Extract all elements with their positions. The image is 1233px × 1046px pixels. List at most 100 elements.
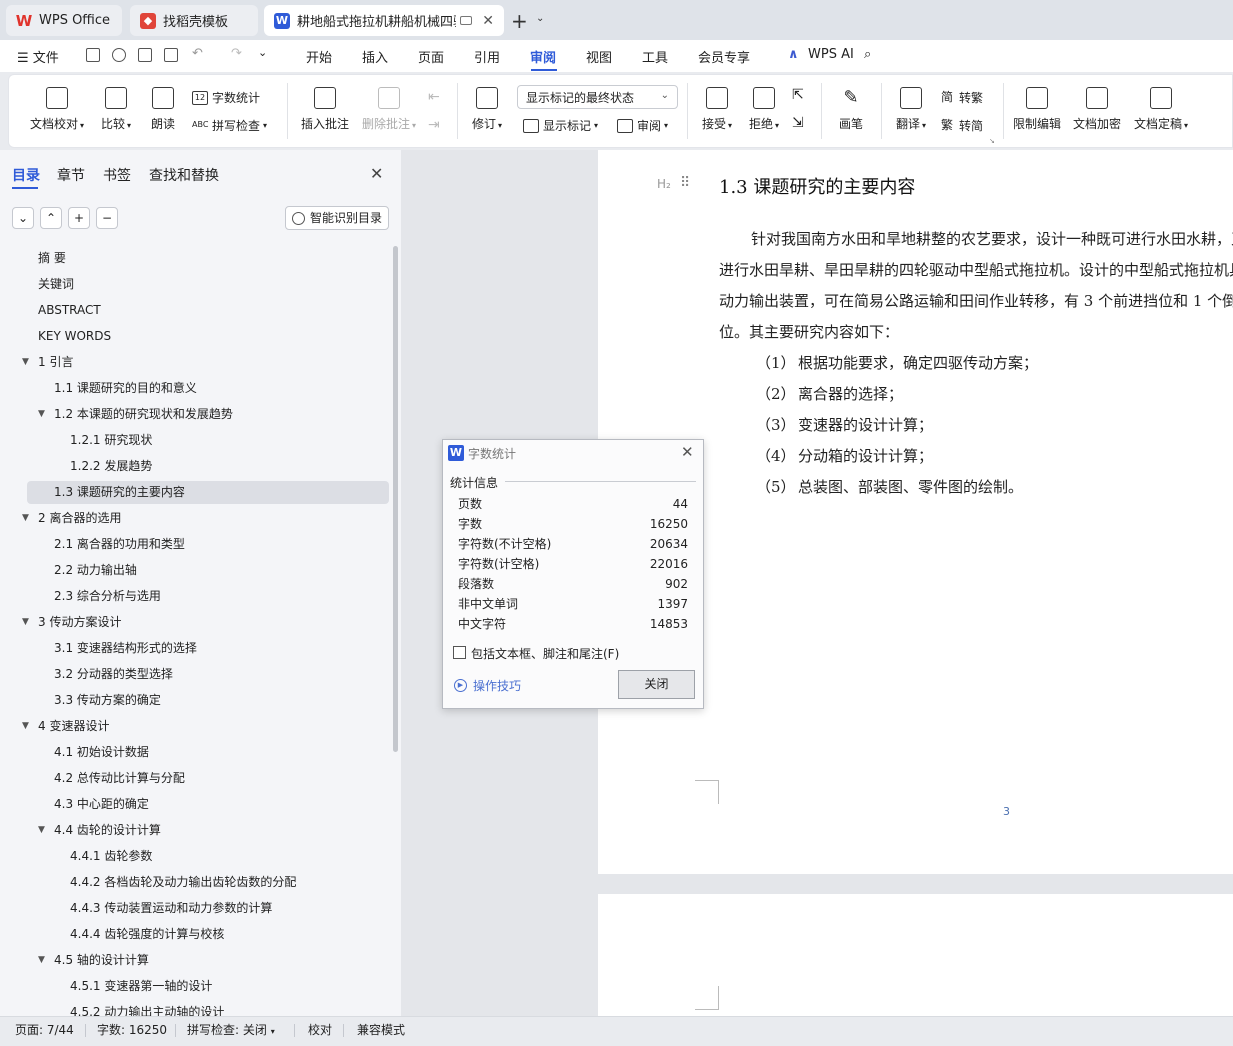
compare-button[interactable]: 比较 ▾ bbox=[96, 87, 136, 132]
share-icon[interactable] bbox=[112, 48, 126, 62]
toc-item[interactable]: 4.2 总传动比计算与分配 bbox=[27, 767, 389, 790]
previous-comment-icon[interactable]: ⇤ bbox=[428, 89, 440, 105]
collapse-arrow-icon[interactable]: ▼ bbox=[22, 351, 29, 374]
toc-item[interactable]: 3.1 变速器结构形式的选择 bbox=[27, 637, 389, 660]
toc-item[interactable]: ABSTRACT bbox=[27, 299, 389, 322]
finalize-doc-button[interactable]: 文档定稿 ▾ bbox=[1129, 87, 1193, 132]
list-item-number[interactable]: （1） bbox=[756, 352, 796, 373]
dialog-title-bar[interactable]: W 字数统计 ✕ bbox=[443, 440, 703, 466]
expand-all-icon[interactable]: ⌄ bbox=[12, 207, 34, 229]
collapse-all-icon[interactable]: ⌃ bbox=[40, 207, 62, 229]
toc-scrollbar[interactable] bbox=[393, 246, 398, 752]
nav-tab-bookmarks[interactable]: 书签 bbox=[103, 165, 131, 185]
toc-item[interactable]: 3.2 分动器的类型选择 bbox=[27, 663, 389, 686]
show-markup-button[interactable]: 显示标记 ▾ bbox=[523, 117, 598, 134]
quick-access-more-icon[interactable]: ⌄ bbox=[258, 46, 267, 59]
tab-template[interactable]: ◆ 找稻壳模板 bbox=[130, 5, 258, 36]
pen-button[interactable]: ✎ 画笔 bbox=[833, 87, 869, 132]
chevron-down-icon[interactable]: ⌄ bbox=[536, 13, 544, 24]
toc-item[interactable]: 4.4.2 各档齿轮及动力输出齿轮齿数的分配 bbox=[27, 871, 389, 894]
section-heading[interactable]: 1.3 课题研究的主要内容 bbox=[719, 173, 915, 199]
translate-button[interactable]: 翻译 ▾ bbox=[891, 87, 931, 132]
paragraph-line[interactable]: 动力输出装置，可在简易公路运输和田间作业转移，有 3 个前进挡位和 1 个倒挡 bbox=[719, 290, 1233, 311]
menu-references[interactable]: 引用 bbox=[474, 47, 500, 66]
list-item-text[interactable]: 离合器的选择； bbox=[798, 383, 903, 404]
menu-member[interactable]: 会员专享 bbox=[698, 47, 750, 66]
redo-icon[interactable]: ↷ bbox=[231, 46, 242, 61]
accept-button[interactable]: 接受 ▾ bbox=[697, 87, 737, 132]
close-icon[interactable]: ✕ bbox=[681, 443, 694, 461]
to-simplified-button[interactable]: 繁 转简 bbox=[939, 117, 983, 134]
nav-tab-toc[interactable]: 目录 bbox=[12, 165, 40, 185]
document-page[interactable] bbox=[598, 894, 1233, 1016]
menu-view[interactable]: 视图 bbox=[586, 47, 612, 66]
wps-ai-icon[interactable]: ∧ bbox=[788, 47, 799, 62]
save-icon[interactable] bbox=[86, 48, 100, 62]
close-tab-icon[interactable]: ✕ bbox=[482, 13, 494, 29]
word-count-button[interactable]: 12 字数统计 bbox=[192, 89, 260, 106]
encrypt-doc-button[interactable]: 文档加密 bbox=[1071, 87, 1123, 132]
collapse-arrow-icon[interactable]: ▼ bbox=[22, 715, 29, 738]
paragraph-line[interactable]: 位。其主要研究内容如下： bbox=[719, 321, 899, 342]
toc-item[interactable]: 1.1 课题研究的目的和意义 bbox=[27, 377, 389, 400]
toc-item[interactable]: 2.1 离合器的功用和类型 bbox=[27, 533, 389, 556]
paragraph-line[interactable]: 进行水田旱耕、旱田旱耕的四轮驱动中型船式拖拉机。设计的中型船式拖拉机具有 bbox=[719, 259, 1233, 280]
undo-icon[interactable]: ↶ bbox=[192, 46, 203, 61]
toc-item[interactable]: 2.3 综合分析与选用 bbox=[27, 585, 389, 608]
list-item-number[interactable]: （3） bbox=[756, 414, 796, 435]
toc-item[interactable]: 摘 要 bbox=[27, 247, 389, 270]
reject-button[interactable]: 拒绝 ▾ bbox=[744, 87, 784, 132]
toc-item[interactable]: ▼ 4.5 轴的设计计算 bbox=[27, 949, 389, 972]
markup-state-select[interactable]: 显示标记的最终状态 ⌄ bbox=[517, 85, 678, 109]
insert-comment-button[interactable]: 插入批注 bbox=[299, 87, 351, 132]
list-item-number[interactable]: （4） bbox=[756, 445, 796, 466]
collapse-arrow-icon[interactable]: ▼ bbox=[22, 611, 29, 634]
list-item-text[interactable]: 变速器的设计计算； bbox=[798, 414, 933, 435]
close-icon[interactable]: ✕ bbox=[370, 164, 383, 183]
toc-item[interactable]: 2.2 动力输出轴 bbox=[27, 559, 389, 582]
search-icon[interactable]: ⌕ bbox=[864, 47, 871, 62]
include-textbox-checkbox[interactable] bbox=[453, 646, 466, 659]
collapse-arrow-icon[interactable]: ▼ bbox=[38, 819, 45, 842]
doc-proofread-button[interactable]: 文档校对 ▾ bbox=[27, 87, 87, 132]
toc-item[interactable]: 4.5.2 动力输出主动轴的设计 bbox=[27, 1001, 389, 1016]
toc-item[interactable]: KEY WORDS bbox=[27, 325, 389, 348]
tab-wps-office[interactable]: W WPS Office bbox=[6, 5, 122, 36]
to-traditional-button[interactable]: 简 转繁 bbox=[939, 89, 983, 106]
spell-check-button[interactable]: ABC 拼写检查 ▾ bbox=[192, 117, 267, 134]
toc-item[interactable]: ▼ 4 变速器设计 bbox=[22, 715, 389, 738]
toc-item[interactable]: 3.3 传动方案的确定 bbox=[27, 689, 389, 712]
collapse-arrow-icon[interactable]: ▼ bbox=[22, 507, 29, 530]
smart-toc-button[interactable]: 智能识别目录 bbox=[285, 206, 389, 230]
tips-link[interactable]: ▶ 操作技巧 bbox=[454, 677, 521, 694]
toc-item[interactable]: 1.3 课题研究的主要内容 bbox=[27, 481, 389, 504]
list-item-number[interactable]: （2） bbox=[756, 383, 796, 404]
read-aloud-button[interactable]: 朗读 bbox=[146, 87, 180, 132]
list-item-number[interactable]: （5） bbox=[756, 476, 796, 497]
nav-tab-sections[interactable]: 章节 bbox=[57, 165, 85, 185]
add-heading-icon[interactable]: + bbox=[68, 207, 90, 229]
menu-start[interactable]: 开始 bbox=[306, 47, 332, 66]
word-count-indicator[interactable]: 字数: 16250 bbox=[97, 1021, 167, 1038]
close-button[interactable]: 关闭 bbox=[618, 670, 695, 699]
toc-item[interactable]: 关键词 bbox=[27, 273, 389, 296]
dialog-launcher-icon[interactable]: ↘ bbox=[989, 137, 995, 145]
print-preview-icon[interactable] bbox=[164, 48, 178, 62]
proofread-indicator[interactable]: 校对 bbox=[308, 1021, 332, 1038]
toc-item[interactable]: 4.4.1 齿轮参数 bbox=[27, 845, 389, 868]
print-icon[interactable] bbox=[138, 48, 152, 62]
nav-tab-find-replace[interactable]: 查找和替换 bbox=[149, 165, 219, 185]
toc-item[interactable]: ▼ 1.2 本课题的研究现状和发展趋势 bbox=[27, 403, 389, 426]
toc-item[interactable]: ▼ 4.4 齿轮的设计计算 bbox=[27, 819, 389, 842]
next-change-icon[interactable]: ⇲ bbox=[792, 115, 804, 131]
heading-level-badge[interactable]: H₂ bbox=[657, 177, 671, 191]
toc-item[interactable]: 4.4.3 传动装置运动和动力参数的计算 bbox=[27, 897, 389, 920]
menu-review[interactable]: 审阅 bbox=[530, 47, 556, 66]
toc-item[interactable]: 1.2.2 发展趋势 bbox=[27, 455, 389, 478]
menu-page[interactable]: 页面 bbox=[418, 47, 444, 66]
menu-file[interactable]: ☰ 文件 bbox=[17, 47, 59, 66]
restrict-edit-button[interactable]: 限制编辑 bbox=[1011, 87, 1063, 132]
list-item-text[interactable]: 分动箱的设计计算； bbox=[798, 445, 933, 466]
toc-item[interactable]: 4.1 初始设计数据 bbox=[27, 741, 389, 764]
previous-change-icon[interactable]: ⇱ bbox=[792, 87, 804, 103]
